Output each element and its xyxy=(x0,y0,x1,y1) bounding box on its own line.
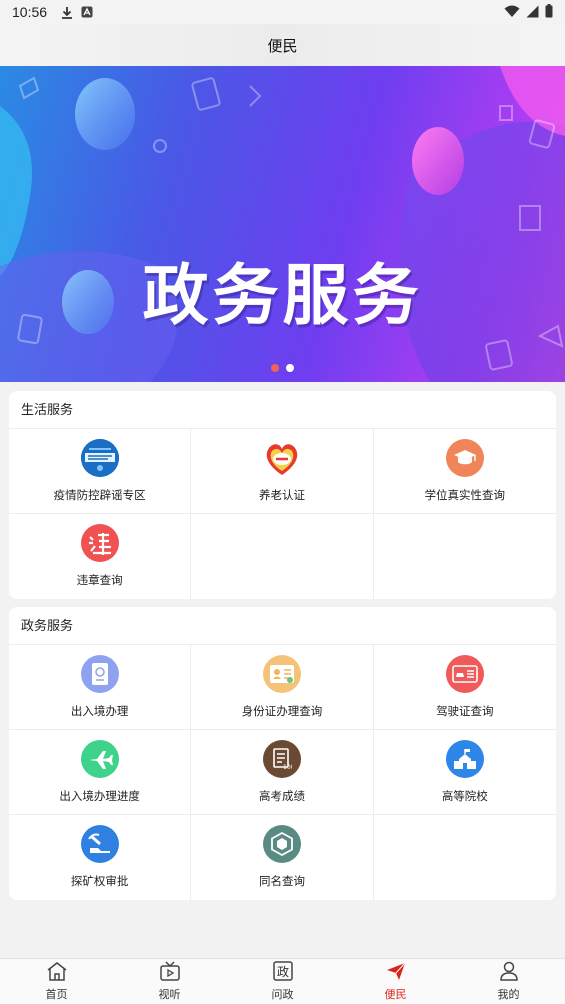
bottom-tab-bar: 首页 视听 政 问政 便民 我的 xyxy=(0,958,565,1004)
service-degree-verify[interactable]: 学位真实性查询 xyxy=(373,429,556,514)
driver-license-icon xyxy=(445,655,484,693)
empty-cell xyxy=(191,514,374,599)
paper-plane-icon xyxy=(385,961,407,985)
airplane-icon xyxy=(80,740,119,778)
traffic-violation-icon xyxy=(80,524,119,562)
carousel-indicator xyxy=(0,364,565,372)
home-icon xyxy=(46,961,68,985)
svg-text:100: 100 xyxy=(283,764,292,771)
battery-icon xyxy=(545,4,553,22)
service-label: 养老认证 xyxy=(258,488,305,502)
banner-carousel[interactable]: 政务服务 xyxy=(0,66,565,382)
passport-icon xyxy=(80,655,119,693)
download-icon xyxy=(61,6,73,19)
carousel-dot[interactable] xyxy=(286,364,294,372)
service-label: 高等院校 xyxy=(441,789,488,803)
wifi-icon xyxy=(504,5,520,22)
service-exit-entry-progress[interactable]: 出入境办理进度 xyxy=(9,730,192,815)
politics-glyph: 政 xyxy=(276,965,288,979)
service-exam-score[interactable]: 100 高考成绩 xyxy=(191,730,374,815)
tab-av[interactable]: 视听 xyxy=(113,959,226,1004)
service-label: 高考成绩 xyxy=(258,789,305,803)
tab-politics[interactable]: 政 问政 xyxy=(226,959,339,1004)
tv-icon xyxy=(159,961,181,985)
mining-icon xyxy=(80,825,119,863)
service-label: 出入境办理进度 xyxy=(59,789,140,803)
service-label: 身份证办理查询 xyxy=(241,704,323,718)
politics-icon: 政 xyxy=(272,961,294,985)
service-epidemic-rumor[interactable]: 疫情防控辟谣专区 xyxy=(9,429,192,514)
tab-home[interactable]: 首页 xyxy=(0,959,113,1004)
university-icon xyxy=(445,740,484,778)
user-icon xyxy=(498,961,520,985)
empty-cell xyxy=(374,815,556,900)
signal-icon xyxy=(526,5,539,22)
tab-mine[interactable]: 我的 xyxy=(452,959,565,1004)
tab-label: 首页 xyxy=(45,988,68,1001)
page-header: 便民 xyxy=(0,24,565,66)
service-elderly-care[interactable]: 养老认证 xyxy=(191,429,374,514)
service-university[interactable]: 高等院校 xyxy=(373,730,556,815)
gov-services-card: 政务服务 出入境办理 身份证办理查询 驾驶证查询 出入境办理进度 10 高考成绩… xyxy=(9,607,556,900)
service-same-name[interactable]: 同名查询 xyxy=(191,815,374,900)
status-bar: 10:56 xyxy=(0,0,565,24)
service-label: 学位真实性查询 xyxy=(424,488,506,502)
service-label: 疫情防控辟谣专区 xyxy=(53,488,146,502)
graduation-cap-icon xyxy=(445,439,484,477)
epidemic-rumor-icon xyxy=(80,439,119,477)
status-time: 10:56 xyxy=(12,4,48,20)
page-title: 便民 xyxy=(267,36,298,55)
id-card-icon xyxy=(262,655,301,693)
empty-cell xyxy=(374,514,556,599)
service-id-card[interactable]: 身份证办理查询 xyxy=(191,645,374,730)
banner-title: 政务服务 xyxy=(142,257,423,334)
name-search-icon xyxy=(262,825,301,863)
tab-convenience[interactable]: 便民 xyxy=(339,959,452,1004)
tab-label: 便民 xyxy=(384,988,407,1001)
service-label: 同名查询 xyxy=(258,874,305,888)
app-notification-icon xyxy=(81,6,93,18)
service-exit-entry[interactable]: 出入境办理 xyxy=(9,645,192,730)
life-services-title: 生活服务 xyxy=(9,391,556,429)
elderly-care-icon xyxy=(263,439,301,477)
service-label: 违章查询 xyxy=(76,573,123,587)
service-label: 驾驶证查询 xyxy=(436,704,494,718)
exam-score-icon: 100 xyxy=(262,740,301,778)
tab-label: 问政 xyxy=(271,988,294,1001)
service-label: 出入境办理 xyxy=(70,704,129,718)
gov-services-title: 政务服务 xyxy=(9,607,556,645)
carousel-dot-active[interactable] xyxy=(271,364,279,372)
service-label: 探矿权审批 xyxy=(70,874,129,888)
tab-label: 我的 xyxy=(497,988,520,1001)
tab-label: 视听 xyxy=(158,988,181,1001)
service-driver-license[interactable]: 驾驶证查询 xyxy=(373,645,556,730)
service-traffic-violation[interactable]: 违章查询 xyxy=(9,514,192,599)
life-services-card: 生活服务 疫情防控辟谣专区 养老认证 学位真实性查询 违章查询 xyxy=(9,391,556,599)
service-mining-approval[interactable]: 探矿权审批 xyxy=(9,815,192,900)
